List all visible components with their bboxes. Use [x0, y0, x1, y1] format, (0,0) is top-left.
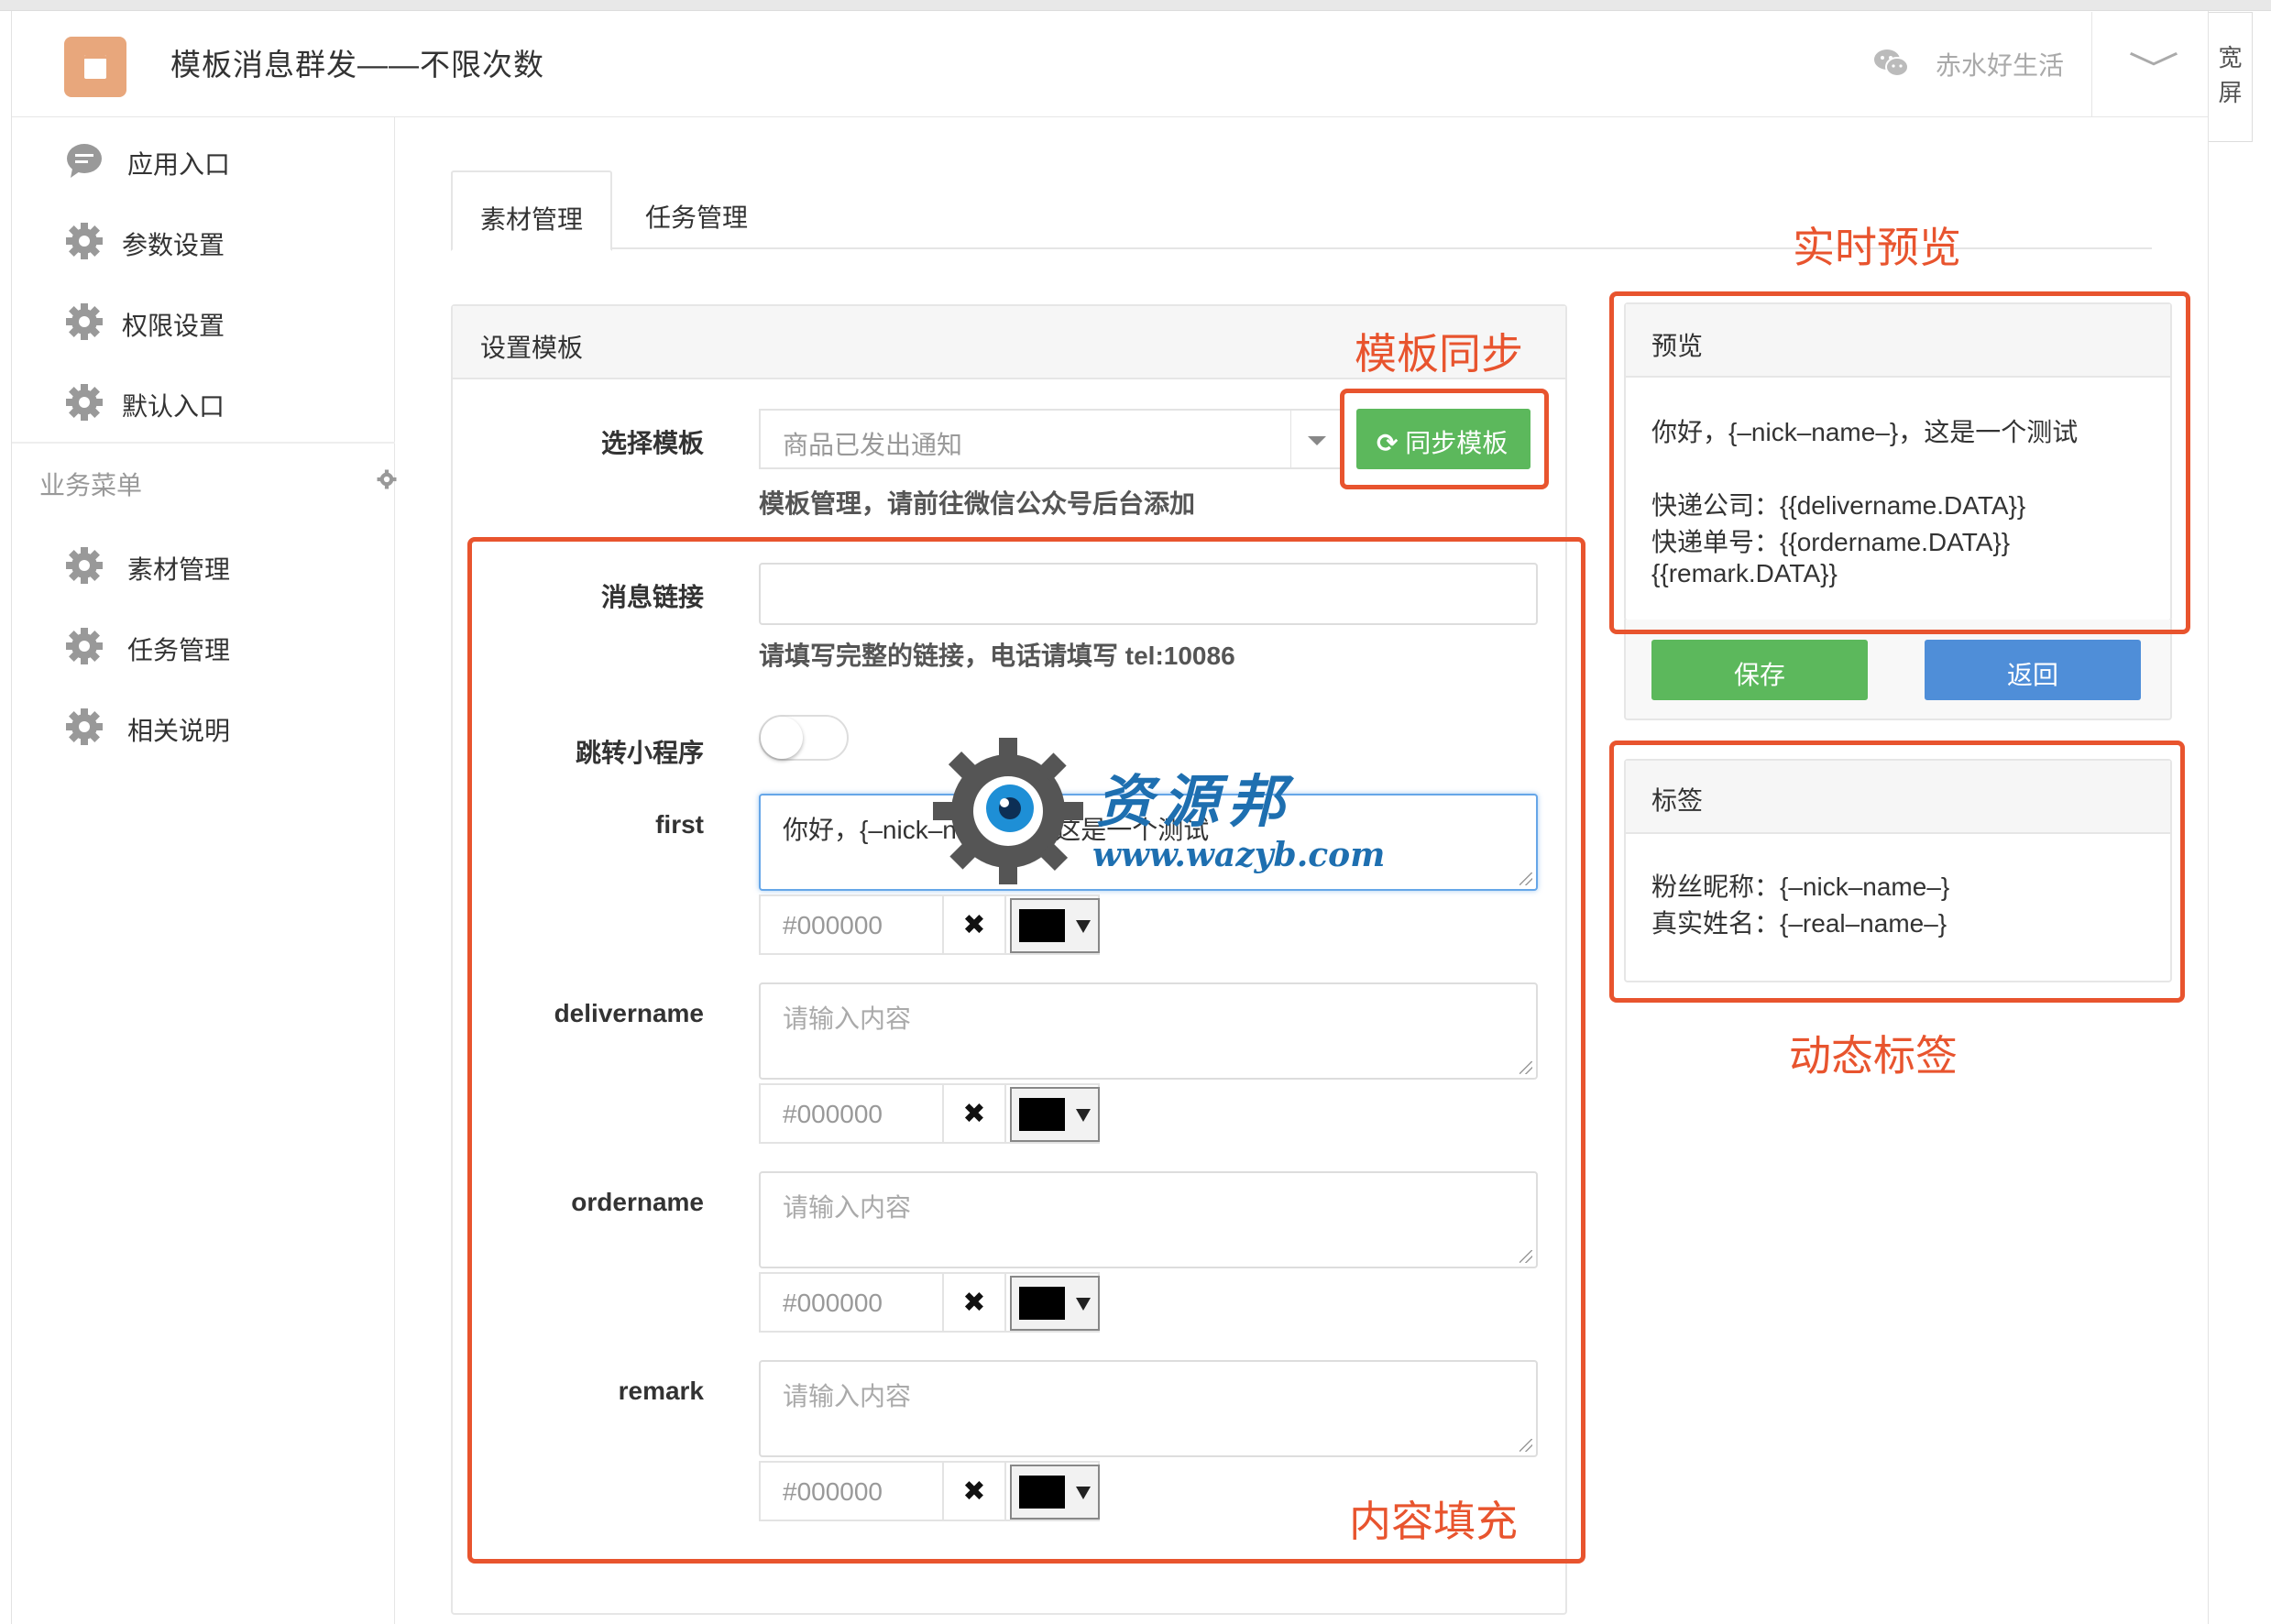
- chevron-down-icon[interactable]: ﹀: [2128, 40, 2179, 93]
- sidebar-item-default-entry[interactable]: 默认入口: [12, 368, 395, 433]
- template-select[interactable]: 商品已发出通知: [759, 409, 1340, 469]
- section-gear-icon[interactable]: [377, 469, 397, 489]
- page-title: 模板消息群发——不限次数: [170, 48, 544, 82]
- wechat-icon: [1874, 49, 1909, 77]
- gear-icon: [66, 547, 103, 584]
- tab-tasks[interactable]: 任务管理: [614, 170, 779, 251]
- back-button[interactable]: 返回: [1925, 640, 2141, 700]
- sidebar-item-label: 任务管理: [127, 636, 231, 664]
- gear-icon: [66, 384, 103, 421]
- wide-screen-label: 宽屏: [2218, 44, 2243, 106]
- panel-title: 设置模板: [480, 334, 584, 362]
- gear-icon: [66, 708, 103, 745]
- sidebar-divider: [12, 442, 395, 444]
- sidebar-item-label: 默认入口: [122, 392, 225, 421]
- sidebar-item-materials[interactable]: 素材管理: [12, 532, 395, 596]
- tags-annotation-box: [1609, 741, 2185, 1003]
- chat-icon: [67, 144, 102, 178]
- top-border: [0, 0, 2271, 11]
- wide-screen-button[interactable]: 宽屏: [2209, 12, 2253, 142]
- sidebar-item-tasks[interactable]: 任务管理: [12, 612, 395, 676]
- sidebar-item-label: 权限设置: [122, 312, 225, 340]
- gear-icon: [66, 628, 103, 664]
- sidebar-section-title: 业务菜单: [39, 471, 143, 499]
- app-logo-icon: [64, 37, 126, 97]
- tags-annotation-label: 动态标签: [1789, 1032, 1958, 1080]
- tab-materials[interactable]: 素材管理: [451, 170, 612, 251]
- sidebar-item-label: 应用入口: [127, 150, 231, 179]
- account-name[interactable]: 赤水好生活: [1936, 46, 2064, 82]
- sync-annotation-label: 模板同步: [1355, 330, 1523, 378]
- content-annotation-label: 内容填充: [1349, 1498, 1518, 1545]
- preview-annotation-box: [1609, 291, 2190, 634]
- sidebar-item-label: 相关说明: [127, 717, 231, 745]
- sidebar-item-label: 参数设置: [122, 231, 225, 259]
- save-button[interactable]: 保存: [1651, 640, 1868, 700]
- watermark-title: 资源邦: [1096, 771, 1295, 834]
- sync-annotation-box: [1340, 389, 1549, 489]
- sidebar-item-app-entry[interactable]: 应用入口: [12, 126, 395, 191]
- sidebar: 应用入口 参数设置 权限设置 默认入口 业务菜单 素材管理 任务管理 相关说明: [12, 117, 397, 1624]
- preview-annotation-label: 实时预览: [1793, 224, 1961, 271]
- select-template-label: 选择模板: [600, 429, 704, 457]
- sidebar-item-params[interactable]: 参数设置: [12, 207, 395, 271]
- sidebar-item-label: 素材管理: [127, 555, 231, 584]
- watermark-url: www.wazyb.com: [1092, 836, 1386, 874]
- select-help-text: 模板管理，请前往微信公众号后台添加: [759, 489, 1196, 518]
- sidebar-item-permissions[interactable]: 权限设置: [12, 288, 395, 352]
- content-annotation-box: [467, 537, 1585, 1564]
- chevron-down-icon[interactable]: [1290, 409, 1342, 469]
- gear-icon: [66, 223, 103, 259]
- sidebar-item-help[interactable]: 相关说明: [12, 693, 395, 757]
- gear-icon: [66, 303, 103, 340]
- header-divider: [2091, 12, 2092, 117]
